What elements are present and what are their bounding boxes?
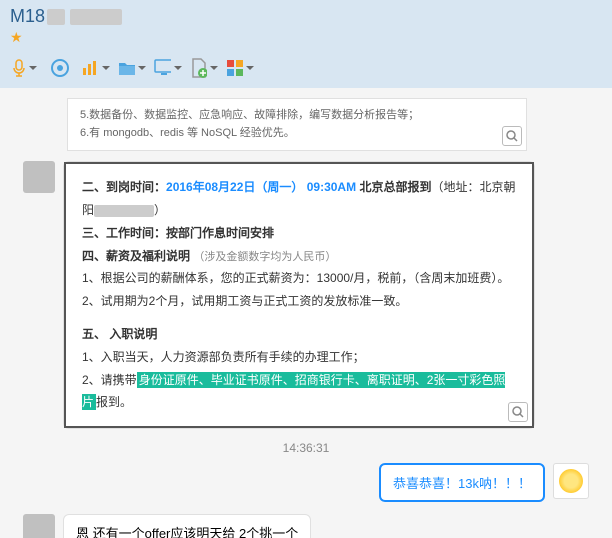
cp: ）: [154, 203, 166, 217]
chat-area: 5.数据备份、数据监控、应急响应、故障排除，编写数据分析报告等； 6.有 mon…: [0, 88, 612, 538]
message-left: 恩 还有一个offer应该明天给 2个挑一个: [15, 514, 597, 538]
toolbar: [0, 50, 612, 88]
e2a: 2、请携带: [82, 373, 137, 387]
chart-button[interactable]: [82, 54, 110, 82]
doc-content: 二、到岗时间：2016年08月22日（周一） 09:30AM 北京总部报到（地址…: [64, 162, 534, 428]
favorite-star[interactable]: ★: [10, 27, 602, 48]
sec4-1: 四、薪资及福利说明: [82, 249, 193, 263]
voice-button[interactable]: [10, 54, 38, 82]
screen-button[interactable]: [154, 54, 182, 82]
title-prefix: M18: [10, 6, 45, 26]
e2b: 报到。: [96, 395, 132, 409]
timestamp: 14:36:31: [15, 441, 597, 455]
offer-document: 二、到岗时间：2016年08月22日（周一） 09:30AM 北京总部报到（地址…: [63, 161, 535, 429]
apps-button[interactable]: [226, 54, 254, 82]
add-file-button[interactable]: [190, 54, 218, 82]
chick-icon: [559, 469, 583, 493]
doc-sec2: 二、到岗时间：2016年08月22日（周一） 09:30AM 北京总部报到（地址…: [82, 176, 516, 222]
loc-label: 北京总部报到: [356, 180, 431, 194]
snippet-line-1: 5.数据备份、数据监控、应急响应、故障排除，编写数据分析报告等；: [80, 107, 514, 125]
entry-highlight: 身份证原件、毕业证书原件、招商银行卡、离职证明、2张一寸彩色照片: [82, 372, 505, 411]
sec4-2: （涉及金额数字均为人民币）: [193, 251, 336, 263]
zoom-icon[interactable]: [502, 126, 522, 146]
title-bar: M18xx xxxxx ★: [0, 0, 612, 50]
chat-title: M18xx xxxxx: [10, 6, 602, 27]
record-button[interactable]: [46, 54, 74, 82]
snippet-line-2: 6.有 mongodb、redis 等 NoSQL 经验优先。: [80, 125, 514, 143]
doc-sec4: 四、薪资及福利说明 （涉及金额数字均为人民币）: [82, 245, 516, 268]
folder-button[interactable]: [118, 54, 146, 82]
doc-sec3: 三、工作时间：按部门作息时间安排: [82, 222, 516, 245]
prev-message-snippet: 5.数据备份、数据监控、应急响应、故障排除，编写数据分析报告等； 6.有 mon…: [67, 98, 527, 151]
message-left: 二、到岗时间：2016年08月22日（周一） 09:30AM 北京总部报到（地址…: [15, 161, 597, 429]
avatar[interactable]: [23, 161, 55, 193]
sec2-label: 二、到岗时间：: [82, 180, 166, 194]
message-right: 恭喜恭喜！13k呐！！！: [15, 463, 597, 502]
onboard-time: 2016年08月22日（周一） 09:30AM: [166, 180, 356, 194]
reply-bubble: 恭喜恭喜！13k呐！！！: [379, 463, 545, 502]
salary-line-2: 2、试用期为2个月，试用期工资与正式工资的发放标准一致。: [82, 290, 516, 313]
salary-line-1: 1、根据公司的薪酬体系，您的正式薪资为：13000/月，税前，（含周末加班费）。: [82, 267, 516, 290]
doc-sec5: 五、 入职说明: [82, 323, 516, 346]
zoom-icon[interactable]: [508, 402, 528, 422]
avatar[interactable]: [23, 514, 55, 538]
avatar-self[interactable]: [553, 463, 589, 499]
entry-line-1: 1、入职当天，人力资源部负责所有手续的办理工作；: [82, 346, 516, 369]
msg-offer: 恩 还有一个offer应该明天给 2个挑一个: [63, 514, 311, 538]
entry-line-2: 2、请携带身份证原件、毕业证书原件、招商银行卡、离职证明、2张一寸彩色照片报到。: [82, 369, 516, 415]
